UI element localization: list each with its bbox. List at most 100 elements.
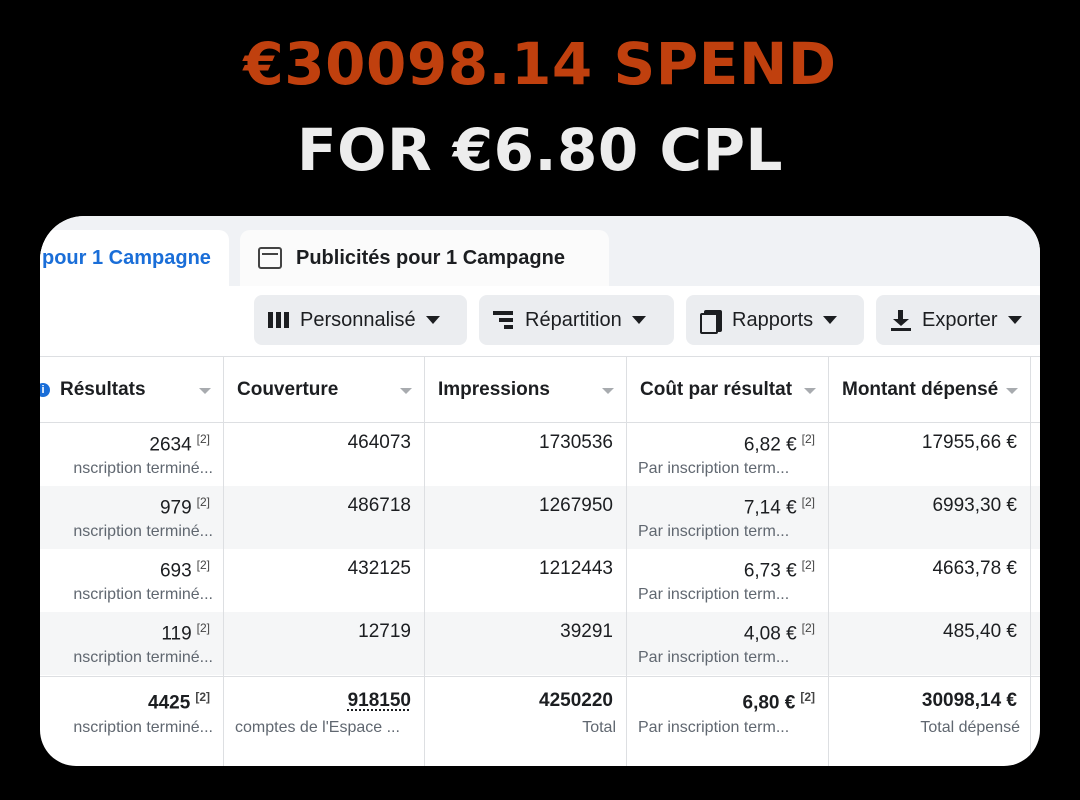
exporter-button[interactable]: Exporter xyxy=(876,295,1040,345)
montant-value: 17955,66 € xyxy=(921,432,1017,453)
total-couverture-value[interactable]: 918150 xyxy=(348,690,411,712)
column-header-cout[interactable]: Coût par résultat xyxy=(626,356,828,423)
footnote: [2] xyxy=(801,558,815,572)
cell-montant: 6993,30 € xyxy=(828,486,1030,549)
cell-impressions: 1212443 xyxy=(424,549,626,612)
total-spent-label: Total dépensé xyxy=(920,719,1020,736)
cell-cout: 6,73 € [2] Par inscription term... xyxy=(626,549,828,612)
footnote: [2] xyxy=(801,432,815,446)
breakdown-icon xyxy=(493,310,515,330)
table-row[interactable]: 119 [2] nscription terminé... 12719 39291… xyxy=(40,612,1040,675)
couverture-value: 12719 xyxy=(358,621,411,642)
personnalise-label: Personnalisé xyxy=(300,308,416,331)
footnote: [2] xyxy=(196,558,210,572)
total-montant: 30098,14 € Total dépensé xyxy=(828,677,1030,740)
total-resultats-value[interactable]: 4425 xyxy=(148,692,190,713)
rapports-button[interactable]: Rapports xyxy=(686,295,864,345)
montant-value: 485,40 € xyxy=(943,621,1017,642)
footnote: [2] xyxy=(196,621,210,635)
chevron-down-icon xyxy=(1007,316,1022,324)
info-icon[interactable]: i xyxy=(40,382,50,397)
repartition-label: Répartition xyxy=(525,308,622,331)
total-cout-value[interactable]: 6,80 € xyxy=(743,692,796,713)
resultats-value[interactable]: 693 xyxy=(160,560,192,581)
column-header-montant[interactable]: Montant dépensé xyxy=(828,356,1030,423)
column-header-couverture[interactable]: Couverture xyxy=(223,356,424,423)
sort-icon[interactable] xyxy=(199,388,211,394)
personnalise-button[interactable]: Personnalisé xyxy=(254,295,467,345)
cell-couverture: 12719 xyxy=(223,612,424,675)
column-divider xyxy=(828,356,829,766)
total-cout: 6,80 € [2] Par inscription term... xyxy=(626,677,828,740)
total-impressions-value: 4250220 xyxy=(539,690,613,711)
result-type-label: nscription terminé... xyxy=(73,586,213,603)
repartition-button[interactable]: Répartition xyxy=(479,295,674,345)
column-header-resultats[interactable]: i Résultats xyxy=(40,356,223,423)
total-montant-value: 30098,14 € xyxy=(921,690,1017,711)
table-row[interactable]: 2634 [2] nscription terminé... 464073 173… xyxy=(40,423,1040,486)
cell-couverture: 464073 xyxy=(223,423,424,486)
result-type-label: nscription terminé... xyxy=(73,523,213,540)
table-total-row: 4425 [2] nscription terminé... 918150 com… xyxy=(40,676,1040,764)
column-header-impressions[interactable]: Impressions xyxy=(424,356,626,423)
cell-cout: 4,08 € [2] Par inscription term... xyxy=(626,612,828,675)
column-divider xyxy=(626,356,627,766)
download-icon xyxy=(890,310,912,331)
sort-icon[interactable] xyxy=(602,388,614,394)
result-type-label: nscription terminé... xyxy=(73,719,213,736)
footnote: [2] xyxy=(801,621,815,635)
column-header-overflow xyxy=(1030,356,1040,423)
total-couverture: 918150 comptes de l'Espace ... xyxy=(223,677,424,740)
couverture-value: 432125 xyxy=(347,558,411,579)
impressions-value: 39291 xyxy=(560,621,613,642)
tab-campaigns[interactable]: pour 1 Campagne xyxy=(40,230,229,286)
report-icon xyxy=(700,310,722,334)
cell-resultats: 2634 [2] nscription terminé... xyxy=(40,423,223,486)
table-row[interactable]: 693 [2] nscription terminé... 432125 1212… xyxy=(40,549,1040,612)
result-type-label: nscription terminé... xyxy=(73,460,213,477)
toolbar: Personnalisé Répartition Rapports Export… xyxy=(40,286,1040,356)
tab-ads[interactable]: Publicités pour 1 Campagne xyxy=(240,230,609,286)
cell-impressions: 39291 xyxy=(424,612,626,675)
resultats-value[interactable]: 2634 xyxy=(149,434,191,455)
cell-montant: 17955,66 € xyxy=(828,423,1030,486)
cout-value[interactable]: 7,14 € xyxy=(744,497,797,518)
results-table: i Résultats Couverture Impressions Coût … xyxy=(40,356,1040,766)
cell-resultats: 119 [2] nscription terminé... xyxy=(40,612,223,675)
cout-value[interactable]: 6,82 € xyxy=(744,434,797,455)
tab-bar: pour 1 Campagne Publicités pour 1 Campag… xyxy=(40,216,1040,286)
total-resultats: 4425 [2] nscription terminé... xyxy=(40,677,223,740)
footnote: [2] xyxy=(800,690,815,704)
tab-campaigns-label: pour 1 Campagne xyxy=(42,246,211,269)
cell-cout: 7,14 € [2] Par inscription term... xyxy=(626,486,828,549)
cout-value[interactable]: 6,73 € xyxy=(744,560,797,581)
resultats-value[interactable]: 979 xyxy=(160,497,192,518)
couverture-value: 464073 xyxy=(347,432,411,453)
sort-icon[interactable] xyxy=(1006,388,1018,394)
column-header-label: Montant dépensé xyxy=(842,378,999,400)
cost-type-label: Par inscription term... xyxy=(638,719,790,736)
rapports-label: Rapports xyxy=(732,308,814,331)
chevron-down-icon xyxy=(823,316,838,324)
impressions-value: 1267950 xyxy=(539,495,613,516)
cell-resultats: 979 [2] nscription terminé... xyxy=(40,486,223,549)
column-divider xyxy=(223,356,224,766)
sort-icon[interactable] xyxy=(804,388,816,394)
cell-montant: 485,40 € xyxy=(828,612,1030,675)
cell-couverture: 486718 xyxy=(223,486,424,549)
resultats-value[interactable]: 119 xyxy=(161,623,191,644)
sort-icon[interactable] xyxy=(400,388,412,394)
cost-type-label: Par inscription term... xyxy=(638,460,790,477)
ad-window-icon xyxy=(258,247,282,269)
cost-type-label: Par inscription term... xyxy=(638,586,790,603)
cost-type-label: Par inscription term... xyxy=(638,649,790,666)
result-type-label: nscription terminé... xyxy=(73,649,213,666)
table-row[interactable]: 979 [2] nscription terminé... 486718 1267… xyxy=(40,486,1040,549)
footnote: [2] xyxy=(801,495,815,509)
cell-impressions: 1267950 xyxy=(424,486,626,549)
footnote: [2] xyxy=(196,432,210,446)
cout-value[interactable]: 4,08 € xyxy=(744,623,797,644)
montant-value: 6993,30 € xyxy=(932,495,1017,516)
headline-cpl: FOR €6.80 CPL xyxy=(297,116,783,184)
column-header-label: Résultats xyxy=(60,378,146,400)
